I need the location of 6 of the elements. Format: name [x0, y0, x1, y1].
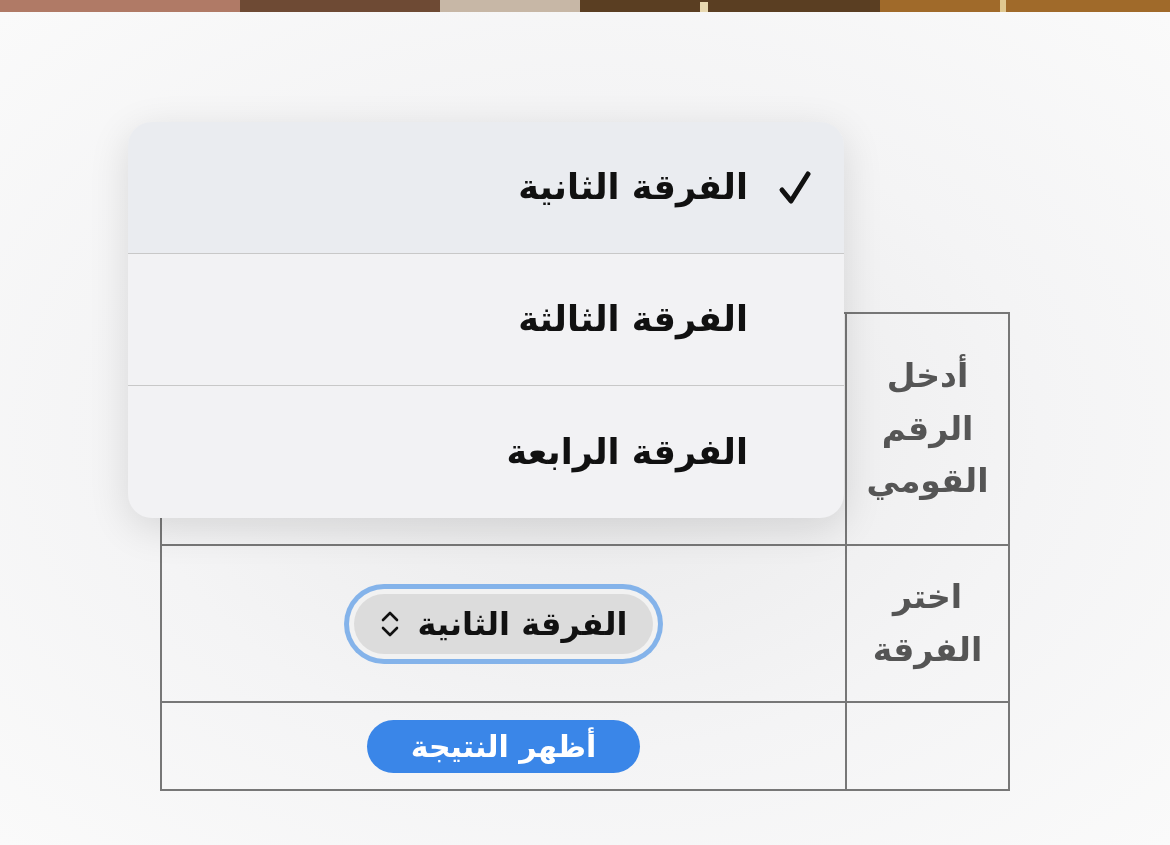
field-label: اختر الفرقة	[872, 576, 983, 669]
dropdown-option[interactable]: الفرقة الثانية	[128, 122, 844, 254]
dropdown-option[interactable]: الفرقة الثالثة	[128, 254, 844, 386]
dropdown-option[interactable]: الفرقة الرابعة	[128, 386, 844, 518]
field-label: أدخل الرقم القومي	[866, 355, 989, 501]
show-result-button[interactable]: أظهر النتيجة	[366, 719, 641, 773]
